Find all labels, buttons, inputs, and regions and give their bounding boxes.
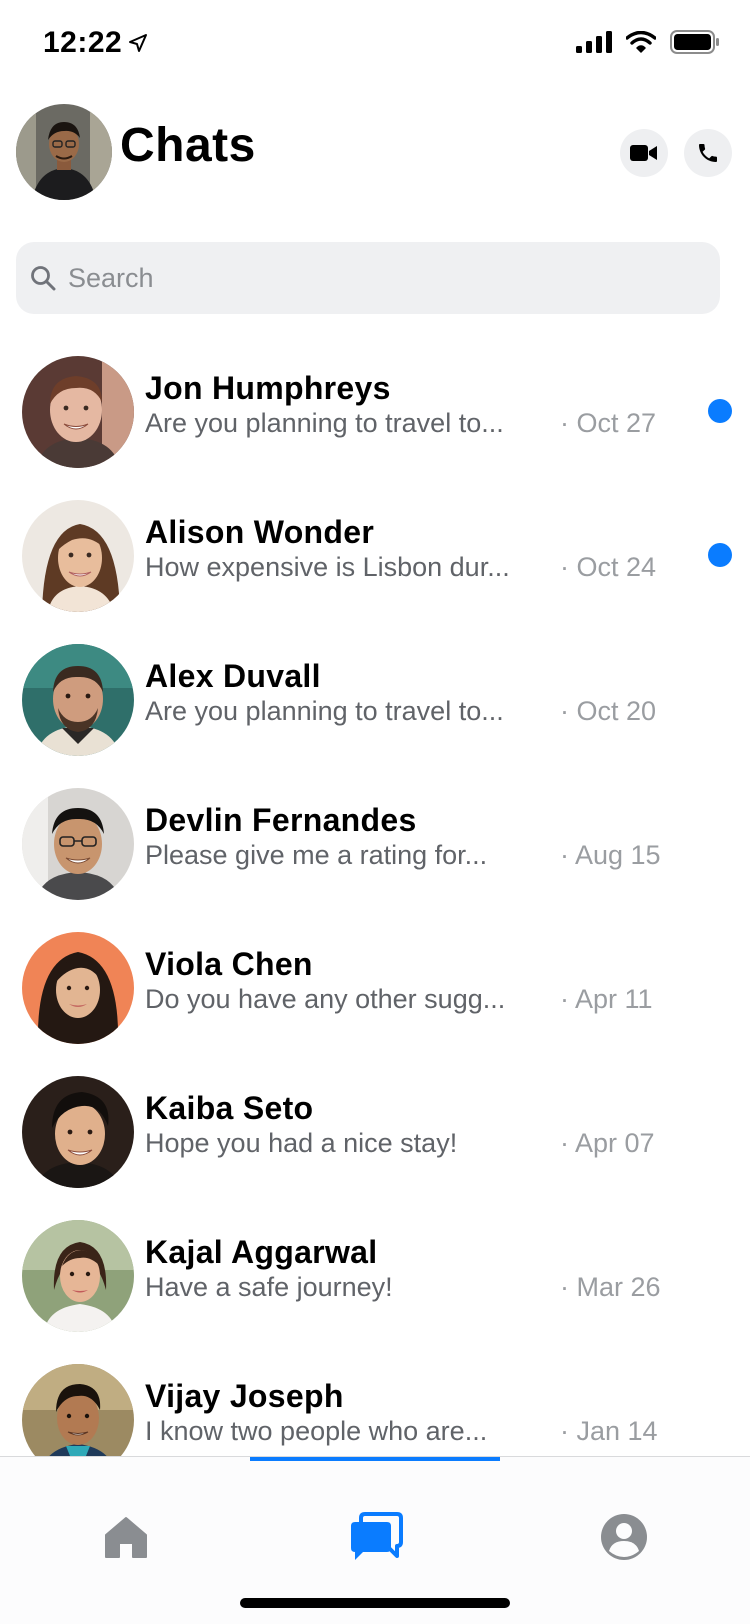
chat-date: · Jan 14 <box>560 1416 658 1446</box>
avatar <box>22 356 134 468</box>
chat-row[interactable]: Kaiba Seto Hope you had a nice stay! · A… <box>0 1064 750 1208</box>
wifi-icon <box>626 31 656 53</box>
chat-date: · Oct 20 <box>560 696 657 726</box>
chat-name: Vijay Joseph <box>145 1378 344 1414</box>
header: Chats <box>0 100 750 200</box>
video-call-icon <box>630 145 657 161</box>
avatar <box>22 1364 134 1456</box>
chat-date: · Apr 11 <box>560 984 653 1014</box>
avatar <box>22 932 134 1044</box>
home-icon <box>105 1517 147 1558</box>
chat-row[interactable]: Devlin Fernandes Please give me a rating… <box>0 776 750 920</box>
chat-date: · Oct 27 <box>560 408 657 438</box>
chat-row[interactable]: Kajal Aggarwal Have a safe journey! · Ma… <box>0 1208 750 1352</box>
chat-preview: Hope you had a nice stay! <box>145 1128 458 1158</box>
chat-name: Jon Humphreys <box>145 370 391 406</box>
avatar <box>22 500 134 612</box>
chat-name: Viola Chen <box>145 946 313 982</box>
profile-avatar[interactable] <box>16 104 112 200</box>
phone-icon <box>699 144 717 162</box>
search-input[interactable] <box>68 262 668 294</box>
chat-list: Jon Humphreys Are you planning to travel… <box>0 344 750 1456</box>
video-call-button[interactable] <box>620 129 668 177</box>
chat-preview: I know two people who are... <box>145 1416 488 1446</box>
status-icons <box>576 30 720 54</box>
search-bar[interactable] <box>16 242 720 314</box>
unread-indicator <box>708 399 732 423</box>
chat-name: Kajal Aggarwal <box>145 1234 378 1270</box>
chat-preview: Are you planning to travel to... <box>145 408 504 438</box>
chat-row[interactable]: Viola Chen Do you have any other sugg...… <box>0 920 750 1064</box>
chat-row[interactable]: Alex Duvall Are you planning to travel t… <box>0 632 750 776</box>
nav-profile[interactable] <box>592 1505 656 1569</box>
nav-home[interactable] <box>94 1505 158 1569</box>
bottom-nav <box>0 1456 750 1624</box>
chat-date: · Oct 24 <box>560 552 657 582</box>
profile-icon <box>601 1514 647 1560</box>
avatar <box>22 644 134 756</box>
chat-row[interactable]: Alison Wonder How expensive is Lisbon du… <box>0 488 750 632</box>
status-bar: 12:22 <box>0 0 750 90</box>
chat-date: · Aug 15 <box>560 840 661 870</box>
avatar <box>22 788 134 900</box>
chat-preview: Do you have any other sugg... <box>145 984 506 1014</box>
chats-icon <box>351 1512 403 1560</box>
chat-date: · Apr 07 <box>560 1128 655 1158</box>
chat-preview: How expensive is Lisbon dur... <box>145 552 510 582</box>
chat-row[interactable]: Vijay Joseph I know two people who are..… <box>0 1352 750 1456</box>
cellular-signal-icon <box>576 31 612 53</box>
search-icon <box>31 266 56 291</box>
chat-date: · Mar 26 <box>560 1272 661 1302</box>
avatar <box>22 1220 134 1332</box>
chat-name: Alex Duvall <box>145 658 321 694</box>
unread-indicator <box>708 543 732 567</box>
nav-chats[interactable] <box>344 1505 408 1569</box>
status-time: 12:22 <box>43 26 148 60</box>
avatar <box>22 1076 134 1188</box>
active-tab-indicator <box>250 1457 500 1461</box>
voice-call-button[interactable] <box>684 129 732 177</box>
chat-name: Alison Wonder <box>145 514 375 550</box>
chat-name: Kaiba Seto <box>145 1090 314 1126</box>
location-arrow-icon <box>129 34 148 52</box>
chat-preview: Please give me a rating for... <box>145 840 488 870</box>
status-time-label: 12:22 <box>43 26 123 59</box>
page-title: Chats <box>120 119 256 172</box>
battery-icon <box>670 30 719 54</box>
chat-preview: Have a safe journey! <box>145 1272 393 1302</box>
chat-row[interactable]: Jon Humphreys Are you planning to travel… <box>0 344 750 488</box>
chat-preview: Are you planning to travel to... <box>145 696 504 726</box>
chat-name: Devlin Fernandes <box>145 802 417 838</box>
home-indicator <box>240 1598 510 1608</box>
